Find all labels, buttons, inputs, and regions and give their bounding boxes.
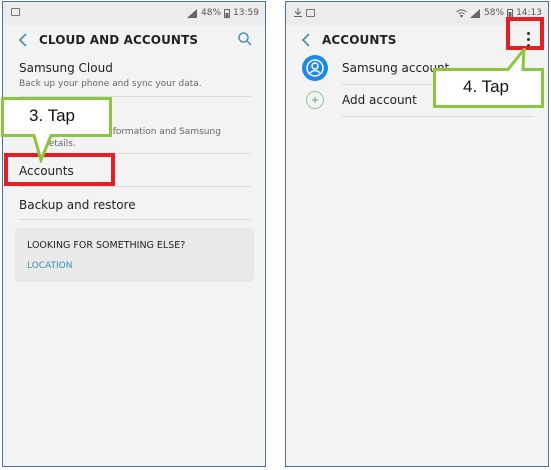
wifi-icon <box>456 9 467 18</box>
location-link[interactable]: LOCATION <box>27 261 73 271</box>
list-item-samsung-cloud[interactable]: Samsung Cloud Back up your phone and syn… <box>19 61 253 90</box>
download-notification-icon <box>294 8 302 17</box>
callout-label: 3. Tap <box>29 106 76 125</box>
list-item-title: Backup and restore <box>19 198 136 212</box>
signal-icon <box>187 8 198 18</box>
clock: 13:59 <box>233 8 259 18</box>
callout-step-3: 3. Tap <box>1 97 113 163</box>
status-bar: 48% 13:59 <box>3 2 265 25</box>
battery-level: 58% <box>484 8 505 18</box>
search-icon[interactable] <box>237 31 253 47</box>
image-notification-icon <box>11 8 20 16</box>
plus-icon: + <box>306 91 324 109</box>
samsung-account-icon <box>302 55 328 81</box>
list-item-title: Samsung Cloud <box>19 61 113 75</box>
suggestion-card: LOOKING FOR SOMETHING ELSE? LOCATION <box>15 228 254 282</box>
highlight-box-more-options <box>506 17 544 50</box>
list-item-subtitle: Back up your phone and sync your data. <box>19 79 202 89</box>
image-notification-icon <box>306 8 315 17</box>
callout-label: 4. Tap <box>463 77 510 96</box>
list-item-backup-and-restore[interactable]: Backup and restore <box>19 198 253 212</box>
page-title: ACCOUNTS <box>322 33 397 47</box>
divider <box>342 116 534 117</box>
card-title: LOOKING FOR SOMETHING ELSE? <box>27 240 186 251</box>
signal-icon <box>470 8 481 18</box>
battery-level: 48% <box>201 8 222 18</box>
app-bar: CLOUD AND ACCOUNTS <box>3 25 265 55</box>
divider <box>19 219 251 220</box>
add-account-label: Add account <box>342 93 417 107</box>
battery-icon <box>224 9 231 18</box>
callout-step-4: 4. Tap <box>433 48 545 108</box>
back-arrow-icon[interactable] <box>300 32 314 48</box>
divider <box>19 186 251 187</box>
phone-screen-cloud-and-accounts: 48% 13:59 CLOUD AND ACCOUNTS Samsung Clo… <box>2 1 266 467</box>
page-title: CLOUD AND ACCOUNTS <box>39 33 199 47</box>
back-arrow-icon[interactable] <box>17 32 31 48</box>
